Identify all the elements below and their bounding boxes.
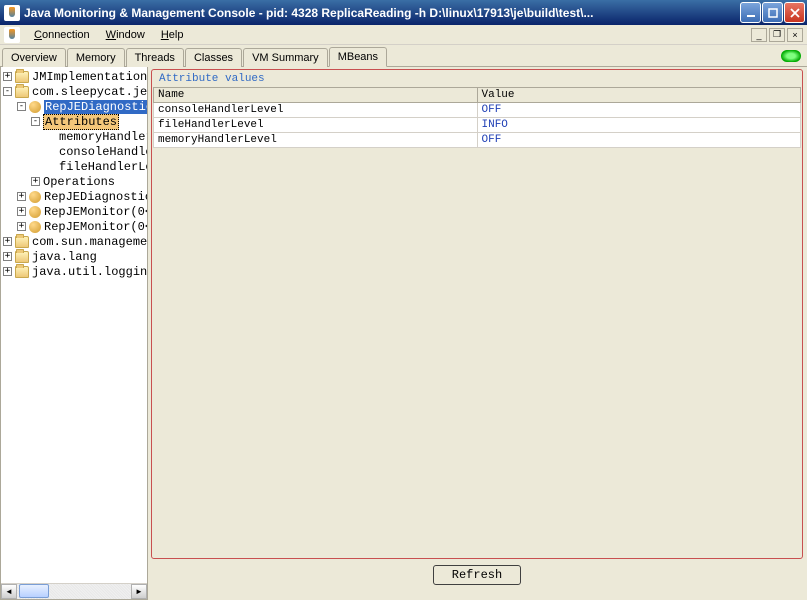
attribute-table: Name Value consoleHandlerLevelOFF fileHa…	[153, 87, 801, 148]
table-row[interactable]: consoleHandlerLevelOFF	[154, 103, 801, 118]
table-row[interactable]: fileHandlerLevelINFO	[154, 118, 801, 133]
mdi-close-button[interactable]: ×	[787, 28, 803, 42]
tree-node[interactable]: consoleHandler	[1, 144, 147, 159]
minimize-button[interactable]	[740, 2, 761, 23]
menu-connection[interactable]: Connection	[26, 27, 98, 43]
tab-memory[interactable]: Memory	[67, 48, 125, 67]
tab-vmsummary[interactable]: VM Summary	[243, 48, 328, 67]
tree-node[interactable]: +RepJEMonitor(0<cc	[1, 219, 147, 234]
folder-icon	[15, 86, 29, 98]
menubar: Connection Window Help _ ❐ ×	[0, 25, 807, 45]
window-titlebar: Java Monitoring & Management Console - p…	[0, 0, 807, 25]
tree-node[interactable]: fileHandlerLev	[1, 159, 147, 174]
bean-icon	[29, 191, 41, 203]
connection-status-icon	[781, 50, 801, 62]
tab-threads[interactable]: Threads	[126, 48, 184, 67]
bean-icon	[29, 101, 41, 113]
attribute-values-title: Attribute values	[153, 71, 801, 87]
scroll-left-icon[interactable]: ◄	[1, 584, 17, 599]
tree-node[interactable]: +java.lang	[1, 249, 147, 264]
tree-node[interactable]: +com.sun.management	[1, 234, 147, 249]
scroll-right-icon[interactable]: ►	[131, 584, 147, 599]
tree-node[interactable]: -RepJEDiagnostics	[1, 99, 147, 114]
menu-help-label: elp	[169, 29, 184, 41]
tree-node[interactable]: +RepJEDiagnostics(	[1, 189, 147, 204]
table-row[interactable]: memoryHandlerLevelOFF	[154, 133, 801, 148]
tree-node[interactable]: +JMImplementation	[1, 69, 147, 84]
menu-window[interactable]: Window	[98, 27, 153, 43]
scroll-thumb[interactable]	[19, 584, 49, 598]
folder-icon	[15, 71, 29, 83]
java-icon	[4, 5, 20, 21]
menu-help[interactable]: Help	[153, 27, 192, 43]
menu-window-label: indow	[116, 29, 145, 41]
folder-icon	[15, 236, 29, 248]
refresh-button[interactable]: Refresh	[433, 565, 521, 585]
tree-node[interactable]: -Attributes	[1, 114, 147, 129]
window-title: Java Monitoring & Management Console - p…	[24, 6, 740, 20]
mdi-minimize-button[interactable]: _	[751, 28, 767, 42]
col-name-header[interactable]: Name	[154, 88, 478, 103]
bean-icon	[29, 221, 41, 233]
mbean-tree[interactable]: +JMImplementation -com.sleepycat.je.jmx …	[1, 67, 147, 583]
mbean-tree-panel: +JMImplementation -com.sleepycat.je.jmx …	[0, 67, 148, 600]
tree-node[interactable]: -com.sleepycat.je.jmx	[1, 84, 147, 99]
bean-icon	[29, 206, 41, 218]
tree-node[interactable]: +java.util.logging	[1, 264, 147, 279]
tabbar: Overview Memory Threads Classes VM Summa…	[0, 45, 807, 67]
java-icon	[4, 27, 20, 43]
menu-connection-label: onnection	[42, 29, 90, 41]
close-button[interactable]	[784, 2, 805, 23]
attribute-values-box: Attribute values Name Value consoleHandl…	[151, 69, 803, 559]
content-area: +JMImplementation -com.sleepycat.je.jmx …	[0, 67, 807, 600]
tree-scrollbar-horizontal[interactable]: ◄ ►	[1, 583, 147, 599]
tab-classes[interactable]: Classes	[185, 48, 242, 67]
scroll-track[interactable]	[17, 584, 131, 599]
tree-node[interactable]: +RepJEMonitor(0<cc	[1, 204, 147, 219]
mdi-restore-button[interactable]: ❐	[769, 28, 785, 42]
folder-icon	[15, 251, 29, 263]
tree-node[interactable]: memoryHandlerL	[1, 129, 147, 144]
maximize-button[interactable]	[762, 2, 783, 23]
tab-mbeans[interactable]: MBeans	[329, 47, 387, 67]
folder-icon	[15, 266, 29, 278]
tree-node[interactable]: +Operations	[1, 174, 147, 189]
col-value-header[interactable]: Value	[477, 88, 801, 103]
attribute-panel: Attribute values Name Value consoleHandl…	[148, 67, 807, 600]
tab-overview[interactable]: Overview	[2, 48, 66, 67]
